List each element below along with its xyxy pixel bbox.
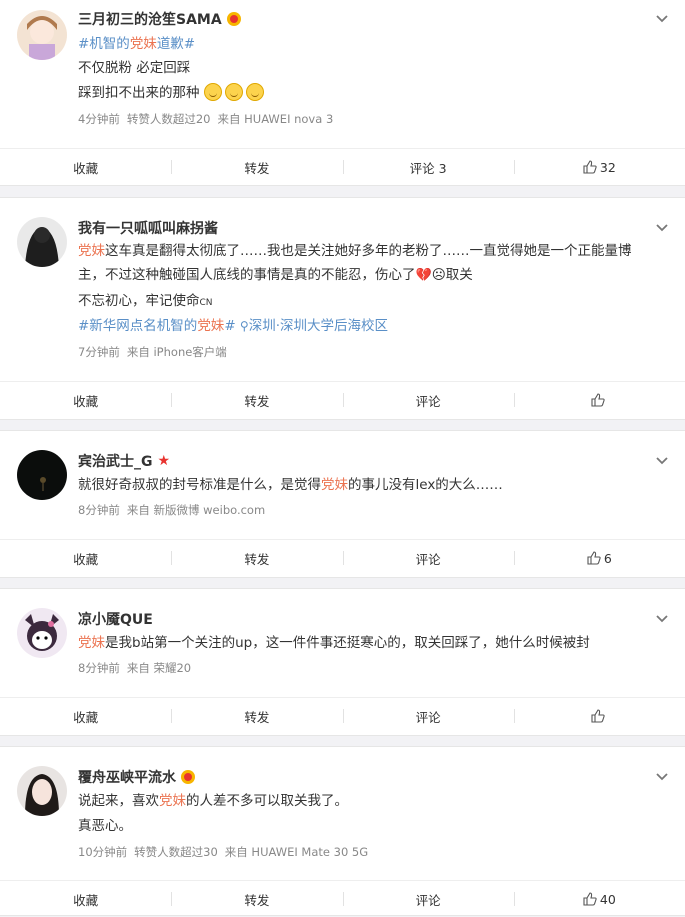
post-card: 宾治武士_G ★ 就很好奇叔叔的封号标准是什么，是觉得党妹的事儿没有lex的大么…… [0, 430, 685, 578]
post-text: 真恶心。 [78, 818, 132, 834]
avatar[interactable] [17, 608, 67, 658]
timestamp[interactable]: 7分钟前 [78, 345, 120, 359]
like-button[interactable]: 32 [513, 149, 685, 185]
action-bar: 收藏 转发 评论 [0, 697, 685, 734]
timestamp[interactable]: 8分钟前 [78, 503, 120, 517]
thumbs-up-icon [587, 551, 601, 565]
post-text: 不忘初心，牢记使命CN [78, 293, 213, 309]
source: 来自 新版微博 weibo.com [126, 503, 266, 517]
avatar[interactable] [17, 450, 67, 500]
post-card: 我有一只呱呱叫麻拐酱 党妹这车真是翻得太彻底了……我也是关注她好多年的老粉了……… [0, 197, 685, 420]
comment-button[interactable]: 评论 [342, 881, 514, 917]
post-meta: 7分钟前 来自 iPhone客户端 [78, 344, 227, 360]
post-text: 党妹这车真是翻得太彻底了……我也是关注她好多年的老粉了……一直觉得她是一个正能量… [78, 243, 632, 259]
source: 来自 iPhone客户端 [126, 345, 227, 359]
thumbs-up-icon [583, 892, 597, 906]
repost-button[interactable]: 转发 [171, 698, 342, 734]
thumbs-up-icon [583, 160, 597, 174]
topic-tag[interactable]: #机智的党妹道歉# [78, 36, 195, 52]
repost-button[interactable]: 转发 [171, 149, 342, 185]
location-link[interactable]: ⚲深圳·深圳大学后海校区 [240, 318, 388, 334]
like-button[interactable]: 6 [513, 540, 685, 576]
post-meta: 8分钟前 来自 荣耀20 [78, 660, 191, 676]
action-bar: 收藏 转发 评论 6 [0, 539, 685, 576]
post-meta: 10分钟前 转赞人数超过30 来自 HUAWEI Mate 30 5G [78, 844, 368, 860]
avatar[interactable] [17, 10, 67, 60]
topic-tag[interactable]: #新华网点名机智的党妹# [78, 318, 236, 334]
post-card: 覆舟巫峡平流水 说起来，喜欢党妹的人差不多可以取关我了。 真恶心。 10分钟前转… [0, 746, 685, 916]
comment-button[interactable]: 评论 [342, 382, 514, 418]
repost-button[interactable]: 转发 [171, 881, 342, 917]
post-text: 踩到扣不出来的那种 [78, 83, 267, 103]
user-name[interactable]: 我有一只呱呱叫麻拐酱 [78, 218, 218, 238]
timestamp[interactable]: 10分钟前 [78, 845, 127, 859]
action-bar: 收藏 转发 评论 [0, 381, 685, 418]
favorite-button[interactable]: 收藏 [0, 149, 171, 185]
repost-count-note: 转赞人数超过20 [126, 112, 211, 126]
post-meta: 8分钟前 来自 新版微博 weibo.com [78, 502, 265, 518]
vip-badge-icon [181, 770, 195, 784]
chevron-down-icon[interactable] [655, 454, 669, 468]
chevron-down-icon[interactable] [655, 612, 669, 626]
post-text: 不仅脱粉 必定回踩 [78, 60, 191, 76]
user-name[interactable]: 凉小魇QUE [78, 609, 153, 629]
like-button[interactable]: 40 [513, 881, 685, 917]
favorite-button[interactable]: 收藏 [0, 540, 171, 576]
user-name[interactable]: 三月初三的沧笙SAMA [78, 9, 241, 29]
favorite-button[interactable]: 收藏 [0, 382, 171, 418]
avatar[interactable] [17, 766, 67, 816]
source: 来自 HUAWEI Mate 30 5G [224, 845, 369, 859]
repost-button[interactable]: 转发 [171, 382, 342, 418]
post-meta: 4分钟前 转赞人数超过20 来自 HUAWEI nova 3 [78, 111, 333, 127]
chevron-down-icon[interactable] [655, 770, 669, 784]
broken-heart-icon: 💔 [415, 268, 432, 283]
sad-face-icon: ☹ [431, 267, 446, 283]
source: 来自 荣耀20 [126, 661, 192, 675]
post-text: 说起来，喜欢党妹的人差不多可以取关我了。 [78, 793, 348, 809]
star-badge-icon: ★ [157, 453, 171, 469]
post-card: 凉小魇QUE 党妹是我b站第一个关注的up，这一件件事还挺寒心的，取关回踩了，她… [0, 588, 685, 736]
vip-badge-icon [226, 12, 241, 26]
timestamp[interactable]: 4分钟前 [78, 112, 120, 126]
chevron-down-icon[interactable] [655, 221, 669, 235]
repost-count-note: 转赞人数超过30 [134, 845, 218, 859]
chevron-down-icon[interactable] [655, 12, 669, 26]
comment-button[interactable]: 评论 3 [342, 149, 514, 185]
like-button[interactable] [513, 698, 685, 734]
post-text: #新华网点名机智的党妹# ⚲深圳·深圳大学后海校区 [78, 316, 388, 336]
smile-emoji-icon [224, 83, 243, 101]
post-text: 党妹是我b站第一个关注的up，这一件件事还挺寒心的，取关回踩了，她什么时候被封 [78, 635, 590, 651]
smile-emoji-icon [203, 83, 222, 101]
user-name[interactable]: 覆舟巫峡平流水 [78, 767, 195, 787]
favorite-button[interactable]: 收藏 [0, 881, 171, 917]
action-bar: 收藏 转发 评论 40 [0, 880, 685, 917]
post-text: 主，不过这种触碰国人底线的事情是真的不能忍，伤心了💔☹取关 [78, 267, 473, 283]
smile-emoji-icon [245, 83, 264, 101]
source: 来自 HUAWEI nova 3 [217, 112, 334, 126]
post-card: 三月初三的沧笙SAMA #机智的党妹道歉# 不仅脱粉 必定回踩 踩到扣不出来的那… [0, 0, 685, 186]
avatar[interactable] [17, 217, 67, 267]
action-bar: 收藏 转发 评论 3 32 [0, 148, 685, 185]
user-name[interactable]: 宾治武士_G ★ [78, 451, 170, 471]
post-text: #机智的党妹道歉# [78, 34, 195, 54]
thumbs-up-icon [591, 393, 605, 407]
timestamp[interactable]: 8分钟前 [78, 661, 120, 675]
thumbs-up-icon [591, 709, 605, 723]
repost-button[interactable]: 转发 [171, 540, 342, 576]
favorite-button[interactable]: 收藏 [0, 698, 171, 734]
location-pin-icon: ⚲ [239, 319, 249, 333]
like-button[interactable] [513, 382, 685, 418]
post-text: 就很好奇叔叔的封号标准是什么，是觉得党妹的事儿没有lex的大么…… [78, 477, 503, 493]
comment-button[interactable]: 评论 [342, 698, 514, 734]
comment-button[interactable]: 评论 [342, 540, 514, 576]
